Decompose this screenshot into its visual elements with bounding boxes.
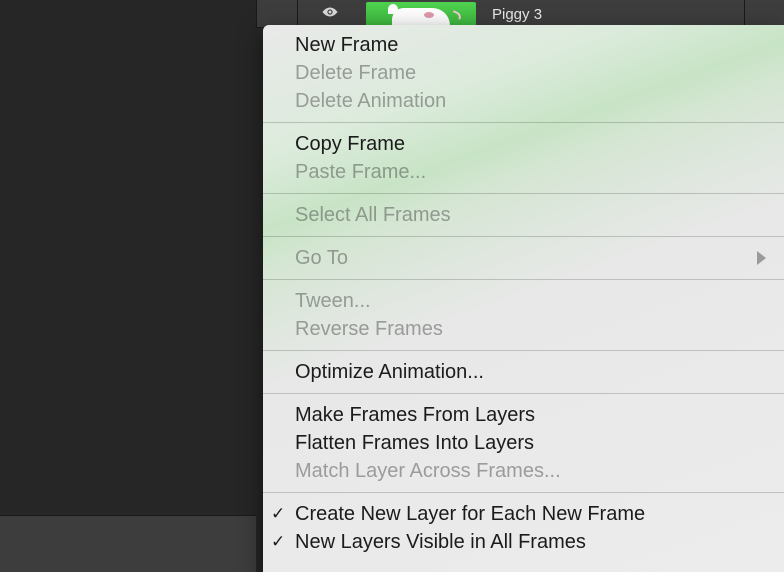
menu-item-label: Delete Animation <box>295 87 446 115</box>
eye-icon <box>321 5 339 23</box>
menu-item-label: Select All Frames <box>295 201 451 229</box>
layer-thumbnail[interactable] <box>362 0 480 28</box>
menu-item-match-layer-across-frames: Match Layer Across Frames... <box>263 457 784 485</box>
menu-separator <box>263 393 784 394</box>
canvas-area <box>0 0 256 515</box>
menu-item-flatten-frames-into-layers[interactable]: Flatten Frames Into Layers <box>263 429 784 457</box>
menu-separator <box>263 193 784 194</box>
checkmark-icon: ✓ <box>271 500 285 528</box>
timeline-bottom-bar <box>0 515 256 572</box>
submenu-arrow-icon <box>757 251 766 265</box>
menu-item-create-new-layer-each-frame[interactable]: ✓ Create New Layer for Each New Frame <box>263 500 784 528</box>
menu-item-optimize-animation[interactable]: Optimize Animation... <box>263 358 784 386</box>
menu-item-label: New Layers Visible in All Frames <box>295 528 586 556</box>
menu-item-label: Paste Frame... <box>295 158 426 186</box>
menu-item-label: Copy Frame <box>295 130 405 158</box>
menu-item-delete-frame: Delete Frame <box>263 59 784 87</box>
menu-separator <box>263 236 784 237</box>
layers-panel-row: Piggy 3 <box>256 0 784 28</box>
menu-item-delete-animation: Delete Animation <box>263 87 784 115</box>
menu-item-label: Create New Layer for Each New Frame <box>295 500 645 528</box>
menu-separator <box>263 350 784 351</box>
layer-visibility-toggle[interactable] <box>298 5 362 23</box>
menu-separator <box>263 492 784 493</box>
menu-item-copy-frame[interactable]: Copy Frame <box>263 130 784 158</box>
menu-item-make-frames-from-layers[interactable]: Make Frames From Layers <box>263 401 784 429</box>
menu-item-select-all-frames: Select All Frames <box>263 201 784 229</box>
menu-item-label: Tween... <box>295 287 371 315</box>
menu-item-label: New Frame <box>295 31 398 59</box>
menu-item-label: Optimize Animation... <box>295 358 484 386</box>
layer-name-label[interactable]: Piggy 3 <box>480 6 542 23</box>
menu-item-label: Go To <box>295 244 348 272</box>
menu-item-paste-frame: Paste Frame... <box>263 158 784 186</box>
timeline-context-menu: New FrameDelete FrameDelete Animation Cop… <box>263 25 784 572</box>
checkmark-icon: ✓ <box>271 528 285 556</box>
layer-thumbnail-image <box>366 2 476 26</box>
menu-item-reverse-frames: Reverse Frames <box>263 315 784 343</box>
menu-item-label: Delete Frame <box>295 59 416 87</box>
menu-item-label: Match Layer Across Frames... <box>295 457 561 485</box>
menu-item-new-layers-visible-all-frames[interactable]: ✓ New Layers Visible in All Frames <box>263 528 784 556</box>
menu-separator <box>263 279 784 280</box>
menu-item-label: Make Frames From Layers <box>295 401 535 429</box>
menu-item-label: Reverse Frames <box>295 315 443 343</box>
menu-item-new-frame[interactable]: New Frame <box>263 31 784 59</box>
layer-col-right <box>744 0 784 28</box>
menu-separator <box>263 122 784 123</box>
menu-item-go-to: Go To <box>263 244 784 272</box>
menu-item-label: Flatten Frames Into Layers <box>295 429 534 457</box>
menu-item-tween: Tween... <box>263 287 784 315</box>
layer-col-spacer <box>256 0 298 28</box>
